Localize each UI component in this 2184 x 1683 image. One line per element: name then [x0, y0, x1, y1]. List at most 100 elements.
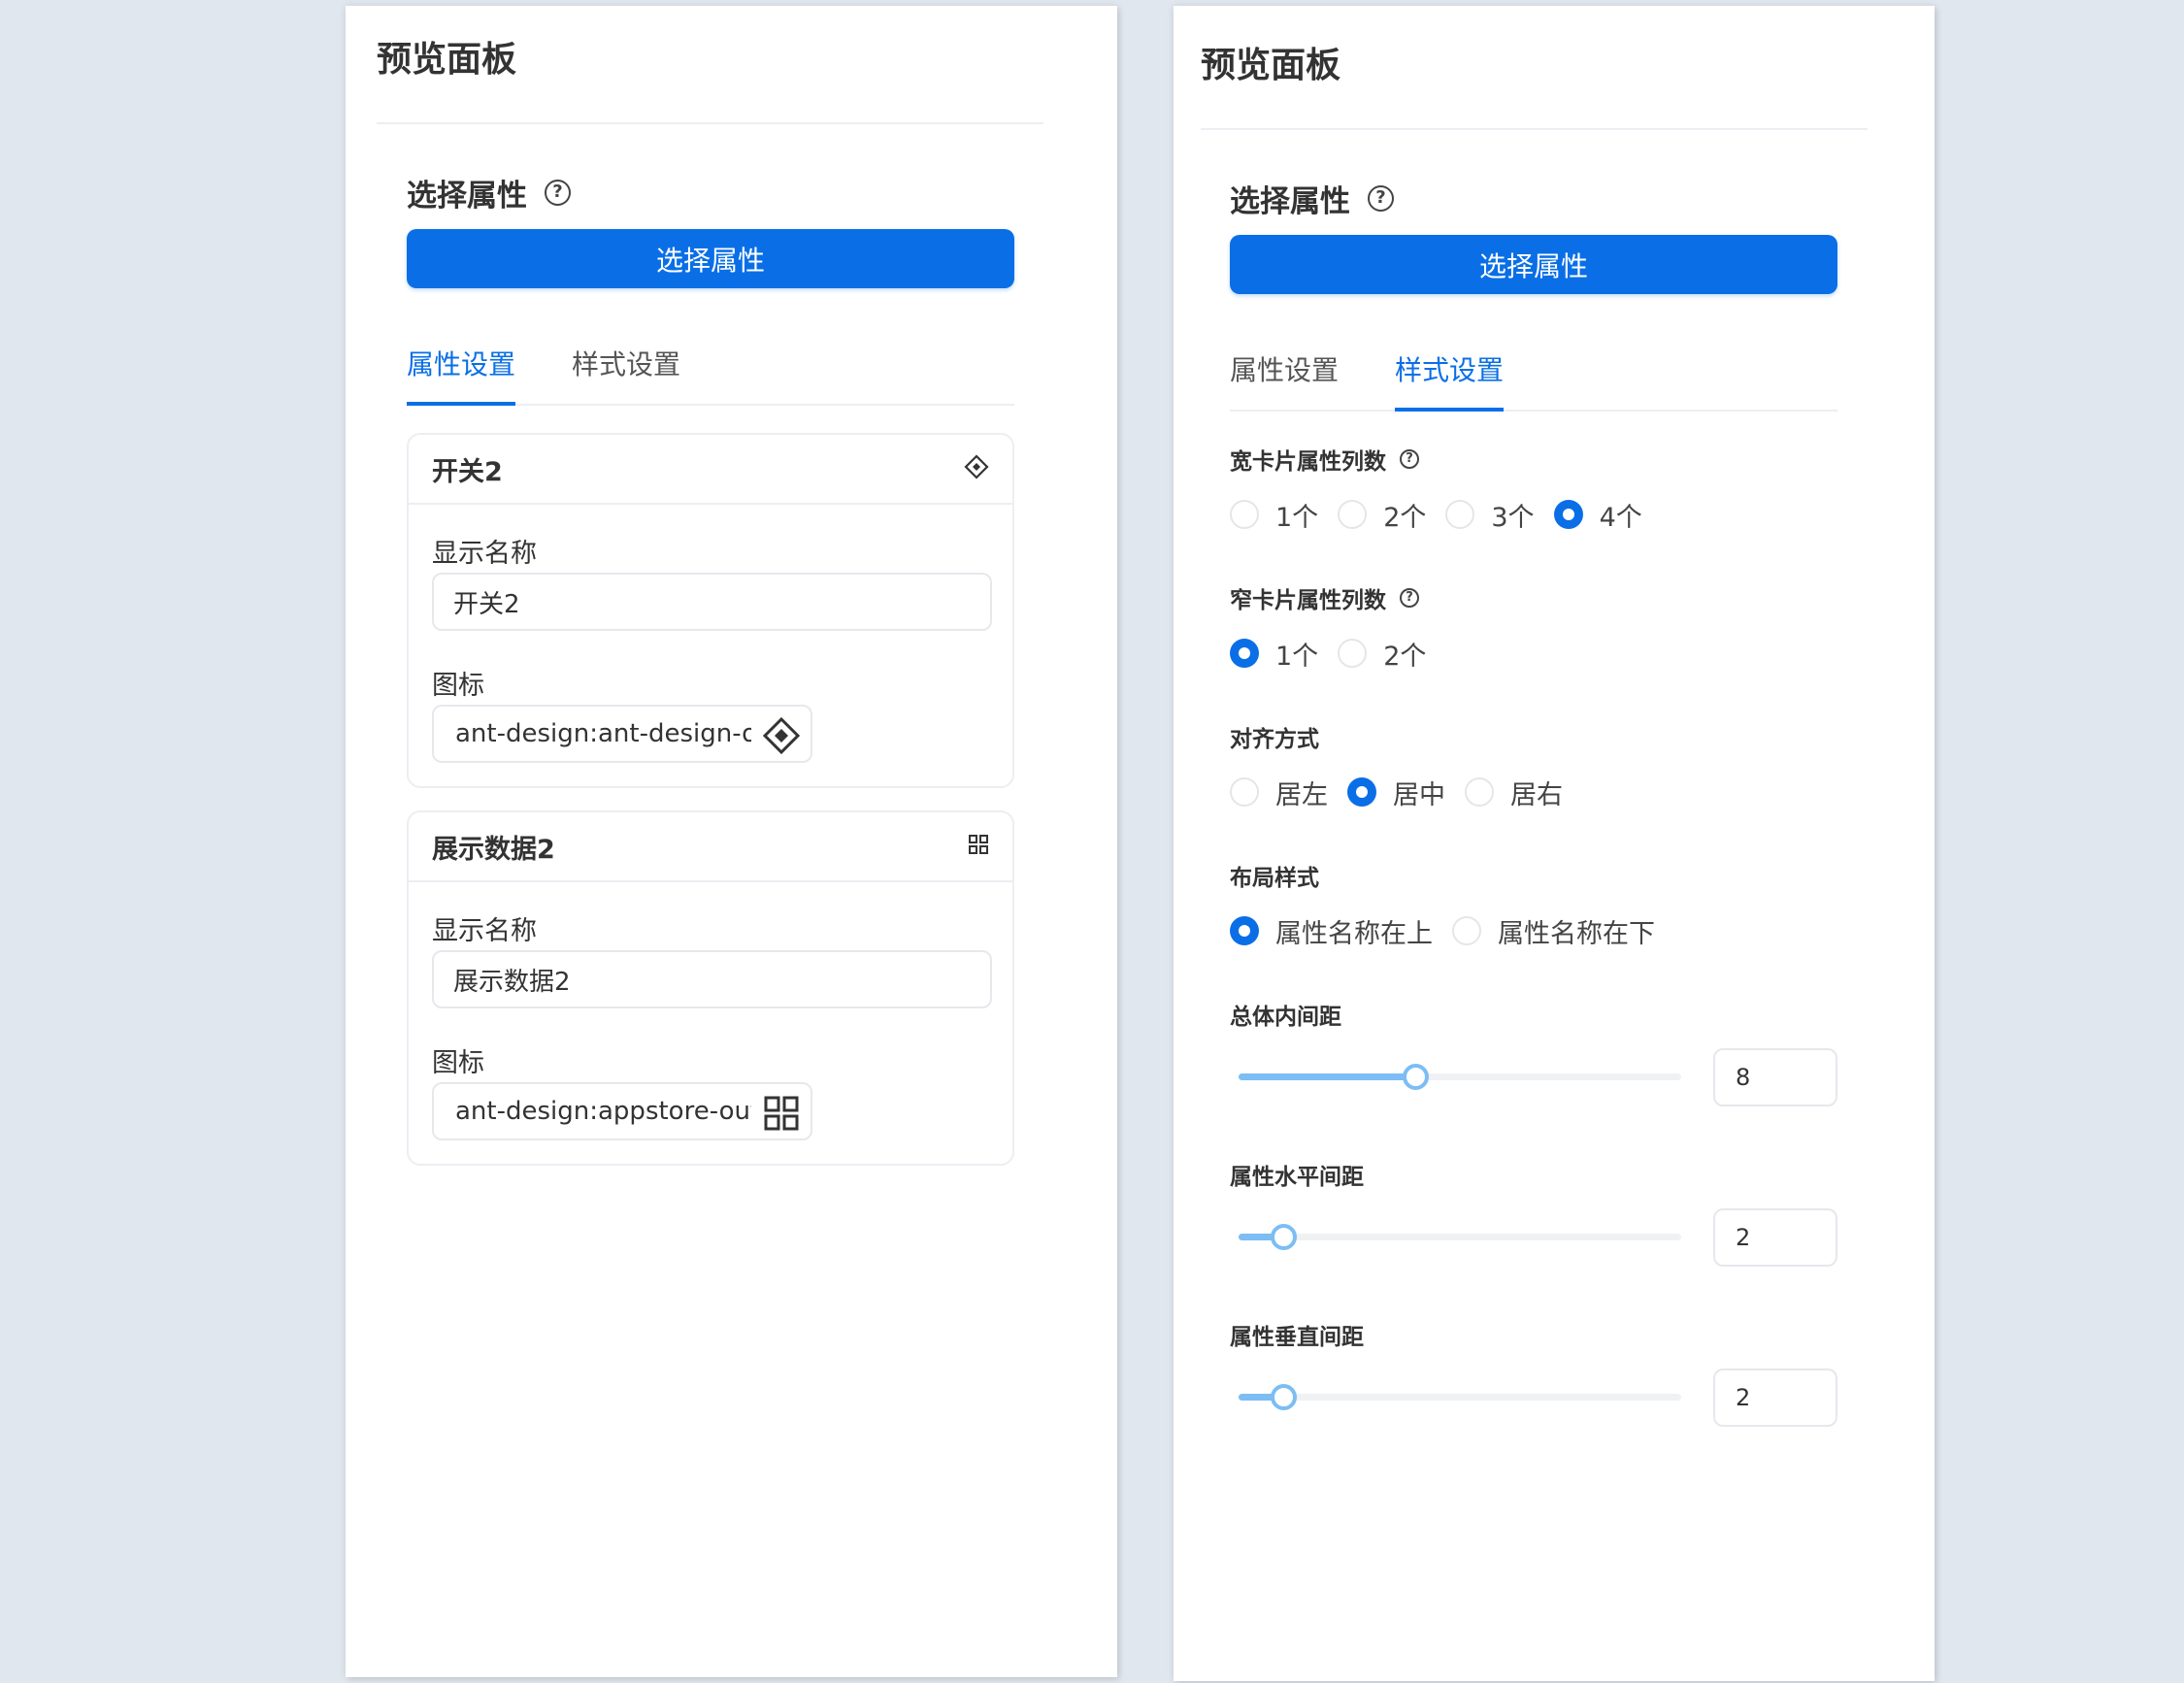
panel-title: 预览面板 [1201, 46, 1341, 85]
radio-circle [1347, 777, 1376, 807]
radio-align-center[interactable]: 居中 [1347, 774, 1445, 811]
radio-label: 1个 [1275, 502, 1319, 533]
panel-title: 预览面板 [377, 40, 517, 80]
select-attribute-button[interactable]: 选择属性 [407, 229, 1014, 288]
attribute-card: 开关2 显示名称 开关2 图标 ant-design:ant-design-ou [407, 433, 1014, 788]
help-icon[interactable]: ? [1400, 449, 1419, 469]
wide-columns-radio-group: 1个 2个 3个 4个 [1230, 495, 1662, 534]
title-divider [377, 122, 1043, 124]
icon-input-value: ant-design:ant-design-ou [455, 719, 751, 748]
wide-columns-label: 宽卡片属性列数 ? [1230, 443, 1419, 476]
display-name-input[interactable]: 开关2 [432, 573, 992, 631]
radio-label: 居左 [1275, 779, 1328, 810]
radio-circle [1338, 500, 1368, 529]
card-title: 开关2 [432, 456, 503, 487]
radio-narrow-2[interactable]: 2个 [1338, 635, 1426, 673]
radio-wide-1[interactable]: 1个 [1230, 496, 1318, 534]
radio-wide-4[interactable]: 4个 [1553, 496, 1642, 534]
card-title: 展示数据2 [432, 834, 555, 865]
layout-style-label: 布局样式 [1230, 859, 1319, 892]
attribute-card: 展示数据2 显示名称 展示数据2 图标 ant-design:appstore-… [407, 810, 1014, 1166]
horizontal-gap-number-input[interactable]: 2 [1713, 1208, 1837, 1267]
narrow-columns-label-text: 窄卡片属性列数 [1230, 588, 1386, 613]
appstore-icon [968, 834, 989, 859]
horizontal-gap-label: 属性水平间距 [1230, 1158, 1364, 1191]
padding-label-text: 总体内间距 [1230, 1005, 1341, 1030]
icon-label: 图标 [432, 1048, 484, 1078]
help-icon[interactable]: ? [1400, 588, 1419, 608]
alignment-label: 对齐方式 [1230, 720, 1319, 753]
radio-label: 4个 [1599, 502, 1642, 533]
radio-label: 1个 [1275, 641, 1319, 672]
ant-design-outlined-icon [964, 454, 989, 483]
radio-label: 2个 [1383, 641, 1427, 672]
tab-bar: 属性设置 样式设置 [1230, 349, 1837, 412]
title-divider [1201, 128, 1868, 130]
left-preview-panel: 预览面板 选择属性 ? 选择属性 属性设置 样式设置 开关2 显示名称 开关2 … [346, 6, 1117, 1677]
radio-circle [1445, 500, 1475, 529]
display-name-input[interactable]: 展示数据2 [432, 950, 992, 1008]
padding-label: 总体内间距 [1230, 998, 1341, 1031]
icon-input[interactable]: ant-design:ant-design-ou [432, 705, 812, 763]
padding-number-input[interactable]: 8 [1713, 1048, 1837, 1106]
radio-layout-name-top[interactable]: 属性名称在上 [1230, 912, 1433, 950]
radio-circle [1230, 500, 1259, 529]
narrow-columns-radio-group: 1个 2个 [1230, 634, 1445, 673]
radio-circle [1452, 916, 1481, 945]
section-title-text: 选择属性 [407, 179, 527, 214]
display-name-label: 显示名称 [432, 916, 537, 946]
alignment-label-text: 对齐方式 [1230, 727, 1319, 752]
vertical-gap-label-text: 属性垂直间距 [1230, 1325, 1364, 1350]
ant-design-outlined-icon [762, 716, 801, 761]
display-name-label: 显示名称 [432, 539, 537, 569]
slider-handle[interactable] [1270, 1384, 1297, 1410]
card-header: 展示数据2 [409, 812, 1012, 882]
select-attribute-button[interactable]: 选择属性 [1230, 235, 1837, 294]
card-header: 开关2 [409, 435, 1012, 505]
radio-align-right[interactable]: 居右 [1465, 774, 1563, 811]
vertical-gap-slider[interactable] [1239, 1384, 1681, 1410]
vertical-gap-number-input[interactable]: 2 [1713, 1369, 1837, 1427]
icon-label: 图标 [432, 671, 484, 701]
slider-fill [1239, 1073, 1416, 1080]
appstore-icon [762, 1094, 801, 1138]
narrow-columns-label: 窄卡片属性列数 ? [1230, 581, 1419, 614]
tab-attribute-settings[interactable]: 属性设置 [407, 344, 516, 406]
wide-columns-label-text: 宽卡片属性列数 [1230, 449, 1386, 475]
radio-circle [1465, 777, 1494, 807]
tab-attribute-settings[interactable]: 属性设置 [1230, 349, 1339, 412]
tab-style-settings[interactable]: 样式设置 [572, 344, 680, 406]
help-icon[interactable]: ? [545, 180, 571, 206]
radio-circle [1230, 639, 1259, 668]
icon-input[interactable]: ant-design:appstore-outli [432, 1082, 812, 1140]
radio-align-left[interactable]: 居左 [1230, 774, 1328, 811]
tab-style-settings[interactable]: 样式设置 [1395, 349, 1505, 412]
section-title: 选择属性 ? [407, 171, 571, 214]
radio-label: 居右 [1510, 779, 1563, 810]
radio-label: 2个 [1383, 502, 1427, 533]
horizontal-gap-slider[interactable] [1239, 1224, 1681, 1250]
radio-label: 3个 [1491, 502, 1535, 533]
icon-input-value: ant-design:appstore-outli [455, 1097, 751, 1126]
horizontal-gap-label-text: 属性水平间距 [1230, 1165, 1364, 1190]
layout-style-label-text: 布局样式 [1230, 866, 1319, 891]
radio-circle [1553, 500, 1583, 529]
padding-slider[interactable] [1239, 1064, 1681, 1090]
radio-circle [1230, 777, 1259, 807]
right-preview-panel: 预览面板 选择属性 ? 选择属性 属性设置 样式设置 宽卡片属性列数 ? 1个 … [1174, 6, 1935, 1681]
help-icon[interactable]: ? [1368, 185, 1394, 212]
vertical-gap-label: 属性垂直间距 [1230, 1318, 1364, 1351]
slider-handle[interactable] [1270, 1224, 1297, 1250]
alignment-radio-group: 居左 居中 居右 [1230, 773, 1582, 811]
radio-circle [1230, 916, 1259, 945]
slider-handle[interactable] [1403, 1064, 1430, 1090]
section-title: 选择属性 ? [1230, 177, 1394, 220]
radio-label: 居中 [1393, 779, 1445, 810]
radio-label: 属性名称在下 [1498, 918, 1655, 949]
radio-narrow-1[interactable]: 1个 [1230, 635, 1318, 673]
radio-circle [1338, 639, 1368, 668]
radio-layout-name-bottom[interactable]: 属性名称在下 [1452, 912, 1655, 950]
radio-wide-3[interactable]: 3个 [1445, 496, 1535, 534]
radio-wide-2[interactable]: 2个 [1338, 496, 1426, 534]
radio-label: 属性名称在上 [1275, 918, 1433, 949]
